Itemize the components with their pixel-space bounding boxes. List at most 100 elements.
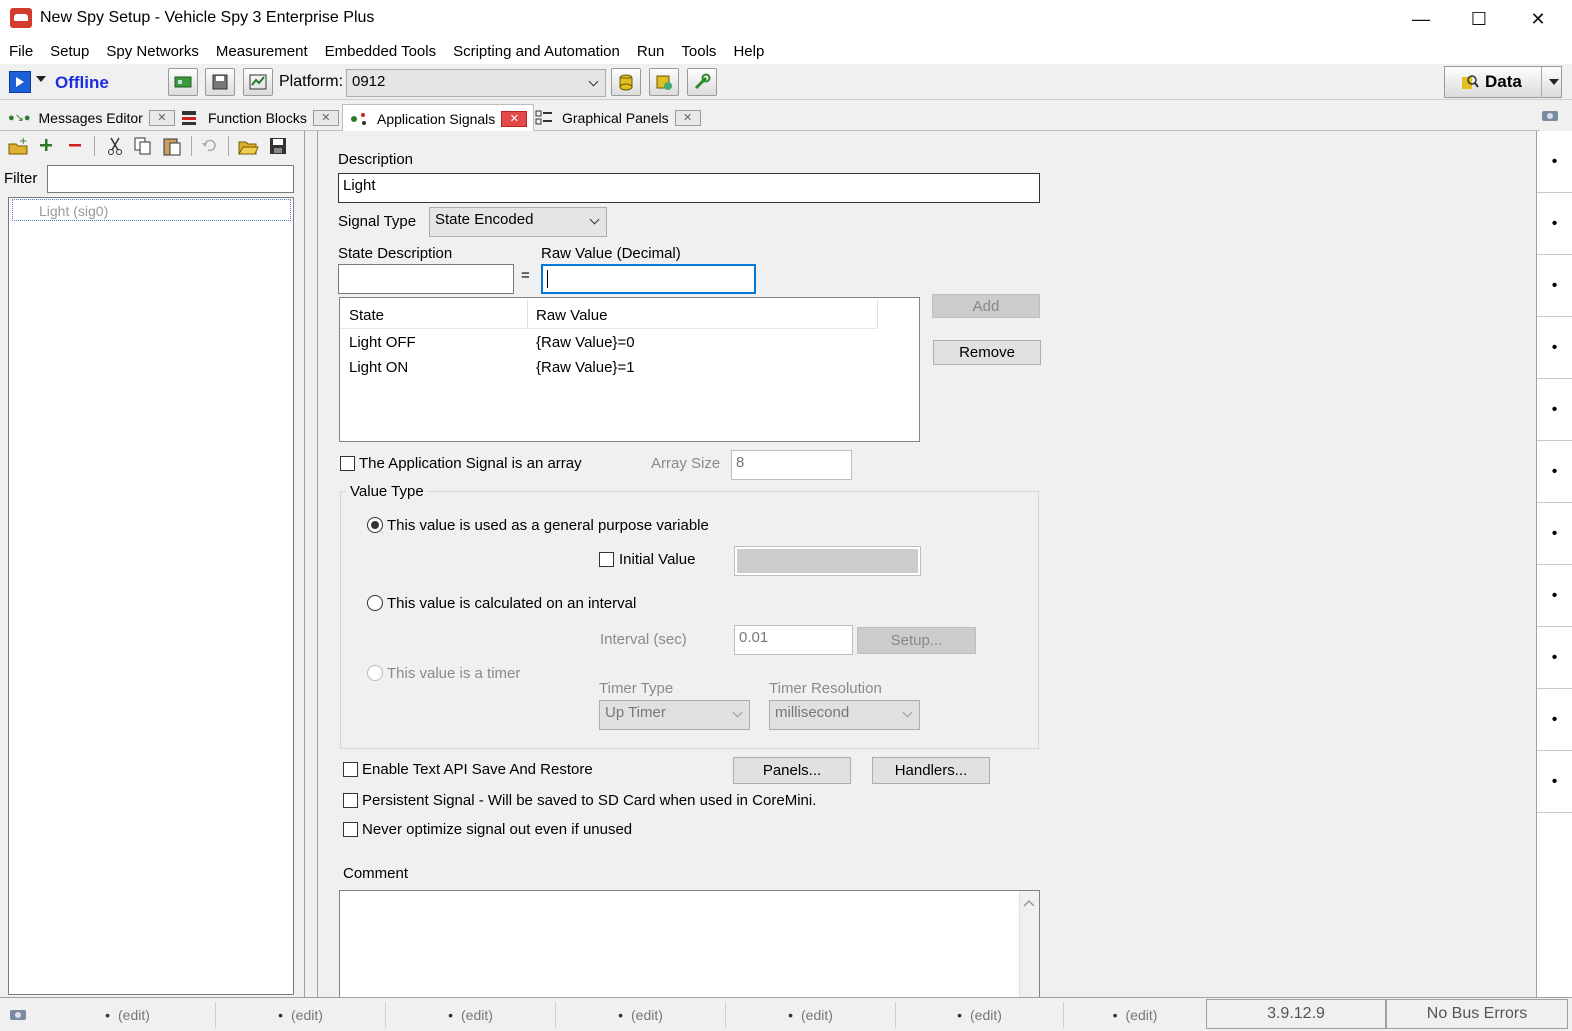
menu-embedded-tools[interactable]: Embedded Tools — [325, 43, 436, 60]
menu-help[interactable]: Help — [733, 43, 764, 60]
edit-link[interactable]: (edit) — [461, 1007, 493, 1023]
status-slot[interactable]: • (edit) — [216, 1002, 386, 1028]
interval-input[interactable]: 0.01 — [734, 625, 853, 655]
menu-run[interactable]: Run — [637, 43, 665, 60]
raw-value-input[interactable] — [541, 264, 756, 294]
side-slot[interactable]: • — [1537, 379, 1572, 441]
status-slot[interactable]: • (edit) — [726, 1002, 896, 1028]
side-slot[interactable]: • — [1537, 131, 1572, 193]
remove-button[interactable]: Remove — [933, 340, 1041, 365]
tab-graphical-panels[interactable]: Graphical Panels ✕ — [528, 104, 707, 131]
chevron-down-icon[interactable] — [1549, 79, 1559, 85]
tab-function-blocks[interactable]: Function Blocks ✕ — [174, 104, 345, 131]
edit-link[interactable]: (edit) — [1126, 1007, 1158, 1023]
edit-link[interactable]: (edit) — [970, 1007, 1002, 1023]
interval-radio[interactable] — [367, 595, 383, 611]
column-header-raw-value[interactable]: Raw Value — [536, 307, 607, 324]
save-icon[interactable] — [268, 136, 288, 156]
close-icon[interactable]: ✕ — [501, 110, 528, 127]
initial-value-checkbox[interactable] — [599, 552, 614, 567]
side-slot[interactable]: • — [1537, 751, 1572, 813]
side-slot[interactable]: • — [1537, 565, 1572, 627]
hardware-icon[interactable] — [168, 68, 198, 96]
text-api-label: Enable Text API Save And Restore — [362, 761, 593, 778]
filter-input[interactable] — [47, 165, 294, 193]
tab-application-signals[interactable]: Application Signals ✕ — [342, 104, 535, 132]
cut-icon[interactable] — [106, 136, 124, 156]
side-slot[interactable]: • — [1537, 193, 1572, 255]
menu-measurement[interactable]: Measurement — [216, 43, 308, 60]
text-api-checkbox[interactable] — [343, 762, 358, 777]
database-gear-icon[interactable] — [649, 68, 679, 96]
array-checkbox[interactable] — [340, 456, 355, 471]
data-button[interactable]: Data — [1444, 66, 1562, 98]
save-device-icon[interactable] — [205, 68, 235, 96]
database-icon[interactable] — [611, 68, 641, 96]
tab-messages-editor[interactable]: ●↘● Messages Editor ✕ — [2, 104, 181, 131]
camera-icon[interactable] — [1540, 108, 1564, 124]
side-slot[interactable]: • — [1537, 627, 1572, 689]
description-input[interactable]: Light — [338, 173, 1040, 203]
handlers-button[interactable]: Handlers... — [872, 757, 990, 784]
status-slot[interactable]: • (edit) — [386, 1002, 556, 1028]
remove-icon[interactable] — [67, 137, 83, 153]
chevron-down-icon[interactable] — [36, 76, 46, 82]
initial-value-input[interactable] — [734, 546, 921, 576]
menu-scripting[interactable]: Scripting and Automation — [453, 43, 620, 60]
wrench-icon[interactable] — [687, 68, 717, 96]
status-slot[interactable]: • (edit) — [896, 1002, 1064, 1028]
close-button[interactable]: ✕ — [1509, 0, 1567, 38]
edit-link[interactable]: (edit) — [631, 1007, 663, 1023]
side-slot[interactable]: • — [1537, 255, 1572, 317]
side-slot[interactable]: • — [1537, 689, 1572, 751]
general-purpose-radio[interactable] — [367, 517, 383, 533]
table-row[interactable]: Light ON {Raw Value}=1 — [340, 355, 918, 380]
persistent-checkbox[interactable] — [343, 793, 358, 808]
array-size-input[interactable]: 8 — [731, 450, 852, 480]
add-icon[interactable] — [38, 137, 54, 153]
column-header-state[interactable]: State — [349, 307, 384, 324]
add-button[interactable]: Add — [932, 294, 1040, 318]
chevron-up-icon[interactable] — [1023, 899, 1035, 907]
menu-tools[interactable]: Tools — [681, 43, 716, 60]
copy-icon[interactable] — [133, 136, 153, 156]
comment-textarea[interactable] — [339, 890, 1040, 999]
timer-resolution-select[interactable]: millisecond — [769, 700, 920, 730]
menu-file[interactable]: File — [9, 43, 33, 60]
edit-link[interactable]: (edit) — [118, 1007, 150, 1023]
close-icon[interactable]: ✕ — [312, 109, 339, 126]
status-slot[interactable]: • (edit) — [556, 1002, 726, 1028]
edit-link[interactable]: (edit) — [801, 1007, 833, 1023]
close-icon[interactable]: ✕ — [674, 109, 701, 126]
status-slot[interactable]: • (edit) — [40, 1002, 216, 1028]
maximize-button[interactable]: ☐ — [1450, 0, 1508, 38]
minimize-button[interactable]: — — [1392, 0, 1450, 38]
timer-type-select[interactable]: Up Timer — [599, 700, 750, 730]
menu-spy-networks[interactable]: Spy Networks — [106, 43, 199, 60]
status-slot[interactable]: • (edit) — [1064, 1002, 1206, 1028]
platform-icon[interactable] — [243, 68, 273, 96]
list-item[interactable]: Light (sig0) — [12, 199, 291, 221]
panel-splitter[interactable] — [304, 131, 318, 997]
play-icon[interactable] — [9, 71, 31, 93]
camera-icon[interactable] — [8, 1007, 30, 1021]
scrollbar[interactable] — [1019, 891, 1039, 999]
edit-link[interactable]: (edit) — [291, 1007, 323, 1023]
open-folder-icon[interactable] — [237, 136, 259, 156]
timer-radio[interactable] — [367, 665, 383, 681]
undo-icon[interactable] — [201, 137, 219, 153]
platform-select[interactable]: 0912 — [346, 69, 606, 97]
new-folder-icon[interactable]: + — [7, 136, 29, 156]
menu-setup[interactable]: Setup — [50, 43, 89, 60]
side-slot[interactable]: • — [1537, 441, 1572, 503]
panels-button[interactable]: Panels... — [733, 757, 851, 784]
close-icon[interactable]: ✕ — [148, 109, 175, 126]
paste-icon[interactable] — [162, 135, 182, 157]
setup-button[interactable]: Setup... — [857, 627, 976, 654]
table-row[interactable]: Light OFF {Raw Value}=0 — [340, 330, 918, 355]
state-description-input[interactable] — [338, 264, 514, 294]
side-slot[interactable]: • — [1537, 317, 1572, 379]
never-optimize-checkbox[interactable] — [343, 822, 358, 837]
signal-type-select[interactable]: State Encoded — [429, 207, 607, 237]
side-slot[interactable]: • — [1537, 503, 1572, 565]
